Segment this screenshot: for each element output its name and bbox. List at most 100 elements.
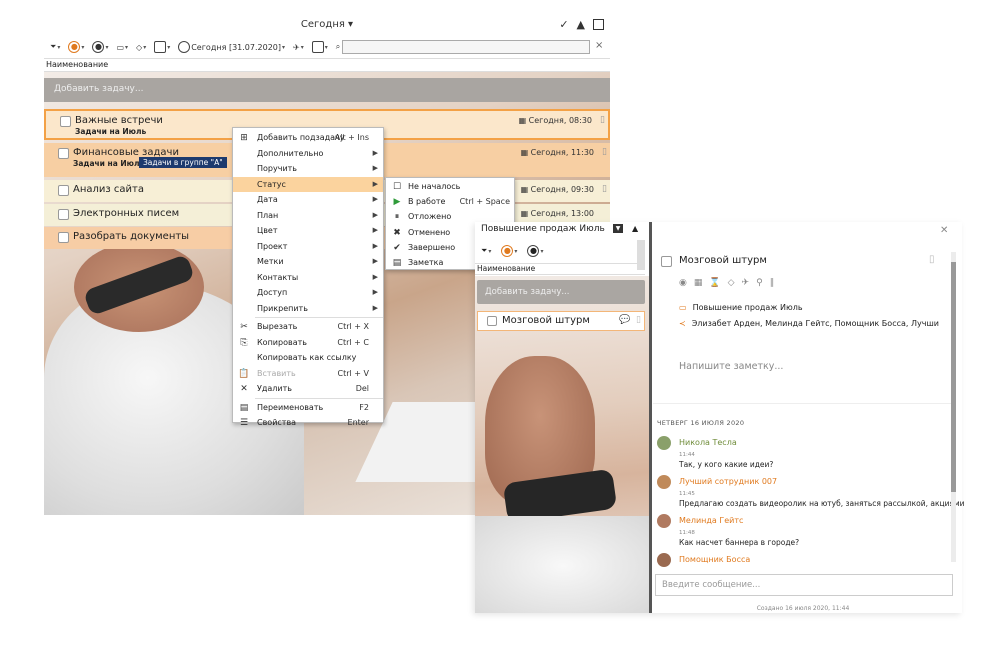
task-checkbox[interactable]	[58, 148, 69, 159]
menu-item[interactable]: Проект ▶	[233, 239, 383, 254]
owner-button[interactable]: ● ▾	[525, 245, 545, 257]
message-time: 11:45	[679, 491, 695, 497]
menu-item[interactable]: ✕ Удалить Del	[233, 381, 383, 396]
task-shared-with[interactable]: ≺ Элизабет Арден, Мелинда Гейтс, Помощник…	[679, 319, 939, 328]
clear-search-icon[interactable]: ×	[595, 40, 603, 51]
menu-item-label: Переименовать	[257, 402, 324, 412]
menu-item[interactable]: Дата ▶	[233, 192, 383, 207]
pin-button[interactable]: ✈ ▾	[291, 43, 306, 52]
message-author[interactable]: Мелинда Гейтс	[679, 516, 743, 525]
project-title[interactable]: Повышение продаж Июль	[481, 224, 605, 234]
filter-button[interactable]: ⏷ ▾	[48, 42, 62, 52]
window-maximize-icon[interactable]	[593, 19, 604, 30]
menu-item[interactable]: ☰ Свойства Enter	[233, 415, 383, 430]
view-selector[interactable]: Сегодня ▾	[44, 19, 610, 30]
clock-icon	[178, 41, 191, 53]
link-icon[interactable]: ⚲	[756, 278, 763, 288]
task-title[interactable]: Мозговой штурм	[679, 255, 767, 266]
status-label: В работе	[408, 197, 446, 207]
menu-item[interactable]: ⎘ Копировать Ctrl + C	[233, 335, 383, 350]
attach-icon[interactable]: ∥	[770, 278, 775, 288]
task-name: Разобрать документы	[73, 231, 190, 242]
menu-item[interactable]: Статус ▶	[233, 176, 383, 192]
comment-icon[interactable]: 💬	[619, 315, 630, 325]
menu-item-label: Прикрепить	[257, 303, 308, 313]
calendar-icon[interactable]: ▦	[694, 278, 703, 288]
owner-button[interactable]: ● ▾	[90, 41, 110, 53]
date-filter-button[interactable]: Сегодня [31.07.2020] ▾	[176, 41, 287, 53]
task-checkbox[interactable]	[60, 116, 71, 127]
message-author[interactable]: Помощник Босса	[679, 555, 750, 564]
filter-button[interactable]: ⏷ ▾	[479, 246, 493, 256]
tag-icon[interactable]: ◇	[728, 278, 735, 288]
close-icon[interactable]: ✕	[940, 225, 948, 236]
note-input[interactable]: Напишите заметку...	[679, 361, 783, 372]
tag-button[interactable]: ◇ ▾	[134, 43, 148, 52]
user-icon[interactable]: ◉	[679, 278, 687, 288]
dropdown-icon[interactable]: ▼	[613, 224, 623, 233]
collapse-icon[interactable]: ▲	[577, 18, 585, 31]
folder-icon: ▭	[679, 303, 687, 312]
menu-item-label: Контакты	[257, 272, 299, 282]
task-project[interactable]: ▭ Повышение продаж Июль	[679, 303, 803, 312]
menu-item[interactable]: ⊞ Добавить подзадачу Alt + Ins	[233, 130, 383, 145]
status-option[interactable]: ▶ В работе Ctrl + Space	[386, 194, 514, 209]
assignee-button[interactable]: ● ▾	[66, 41, 86, 53]
menu-item-shortcut: F2	[359, 402, 369, 412]
menu-item[interactable]: Прикрепить ▶	[233, 301, 383, 316]
add-task-input[interactable]: Добавить задачу...	[477, 280, 645, 304]
bookmark-icon[interactable]: ▯	[600, 115, 605, 125]
collapse-icon[interactable]: ▲	[632, 224, 638, 233]
menu-item[interactable]: Поручить ▶	[233, 161, 383, 176]
pin-icon[interactable]: ✈	[742, 278, 750, 288]
menu-item[interactable]: Доступ ▶	[233, 285, 383, 300]
menu-item[interactable]: Контакты ▶	[233, 270, 383, 285]
status-label: Завершено	[408, 242, 456, 252]
hourglass-icon[interactable]: ⌛	[709, 278, 720, 288]
panel-divider[interactable]	[649, 222, 652, 613]
search-button[interactable]: ⌕	[334, 42, 342, 52]
bookmark-icon[interactable]: ▯	[929, 254, 935, 265]
menu-item[interactable]: ✂ Вырезать Ctrl + X	[233, 319, 383, 334]
column-header-name[interactable]: Наименование	[475, 263, 645, 275]
menu-item[interactable]: План ▶	[233, 208, 383, 223]
chat-scrollbar[interactable]	[951, 252, 956, 562]
menu-item[interactable]: Цвет ▶	[233, 223, 383, 238]
avatar[interactable]	[657, 514, 671, 528]
task-checkbox[interactable]	[58, 185, 69, 196]
assignee-button[interactable]: ● ▾	[499, 245, 519, 257]
task-row[interactable]: Мозговой штурм 💬 ▯	[477, 311, 645, 331]
avatar[interactable]	[657, 436, 671, 450]
menu-item[interactable]: ▤ Переименовать F2	[233, 400, 383, 415]
menu-item[interactable]: Копировать как ссылку	[233, 350, 383, 365]
share-icon: ≺	[679, 319, 686, 328]
folder-button[interactable]: ▭ ▾	[114, 43, 130, 52]
status-shortcut: Ctrl + Space	[459, 197, 510, 207]
bookmark-icon[interactable]: ▯	[602, 147, 607, 157]
message-input[interactable]: Введите сообщение...	[655, 574, 953, 596]
task-list-name: Задачи на Июль	[73, 159, 145, 168]
avatar[interactable]	[657, 553, 671, 567]
menu-item-label: Вставить	[257, 368, 296, 378]
message-author[interactable]: Лучший сотрудник 007	[679, 477, 777, 486]
message-author[interactable]: Никола Тесла	[679, 438, 737, 447]
menu-item-shortcut: Ctrl + V	[337, 368, 370, 378]
check-all-icon[interactable]: ✓	[559, 18, 568, 31]
column-header-name[interactable]: Наименование	[44, 58, 610, 72]
status-option[interactable]: ☐ Не началось	[386, 179, 514, 194]
add-task-input[interactable]: Добавить задачу...	[44, 78, 610, 102]
search-input[interactable]	[342, 40, 590, 54]
menu-item[interactable]: 📋 Вставить Ctrl + V	[233, 366, 383, 381]
menu-item[interactable]: Метки ▶	[233, 254, 383, 269]
task-checkbox[interactable]	[58, 209, 69, 220]
menu-item[interactable]: Дополнительно ▶	[233, 146, 383, 161]
task-checkbox[interactable]	[661, 256, 672, 267]
group-tooltip: Задачи в группе "А"	[139, 157, 227, 168]
task-checkbox[interactable]	[487, 316, 497, 326]
bookmark-icon[interactable]: ▯	[636, 315, 641, 325]
bookmark-icon[interactable]: ▯	[602, 184, 607, 194]
avatar[interactable]	[657, 475, 671, 489]
calendar-button[interactable]: ▾	[152, 41, 172, 53]
task-checkbox[interactable]	[58, 232, 69, 243]
view-button[interactable]: ▾	[310, 41, 330, 53]
